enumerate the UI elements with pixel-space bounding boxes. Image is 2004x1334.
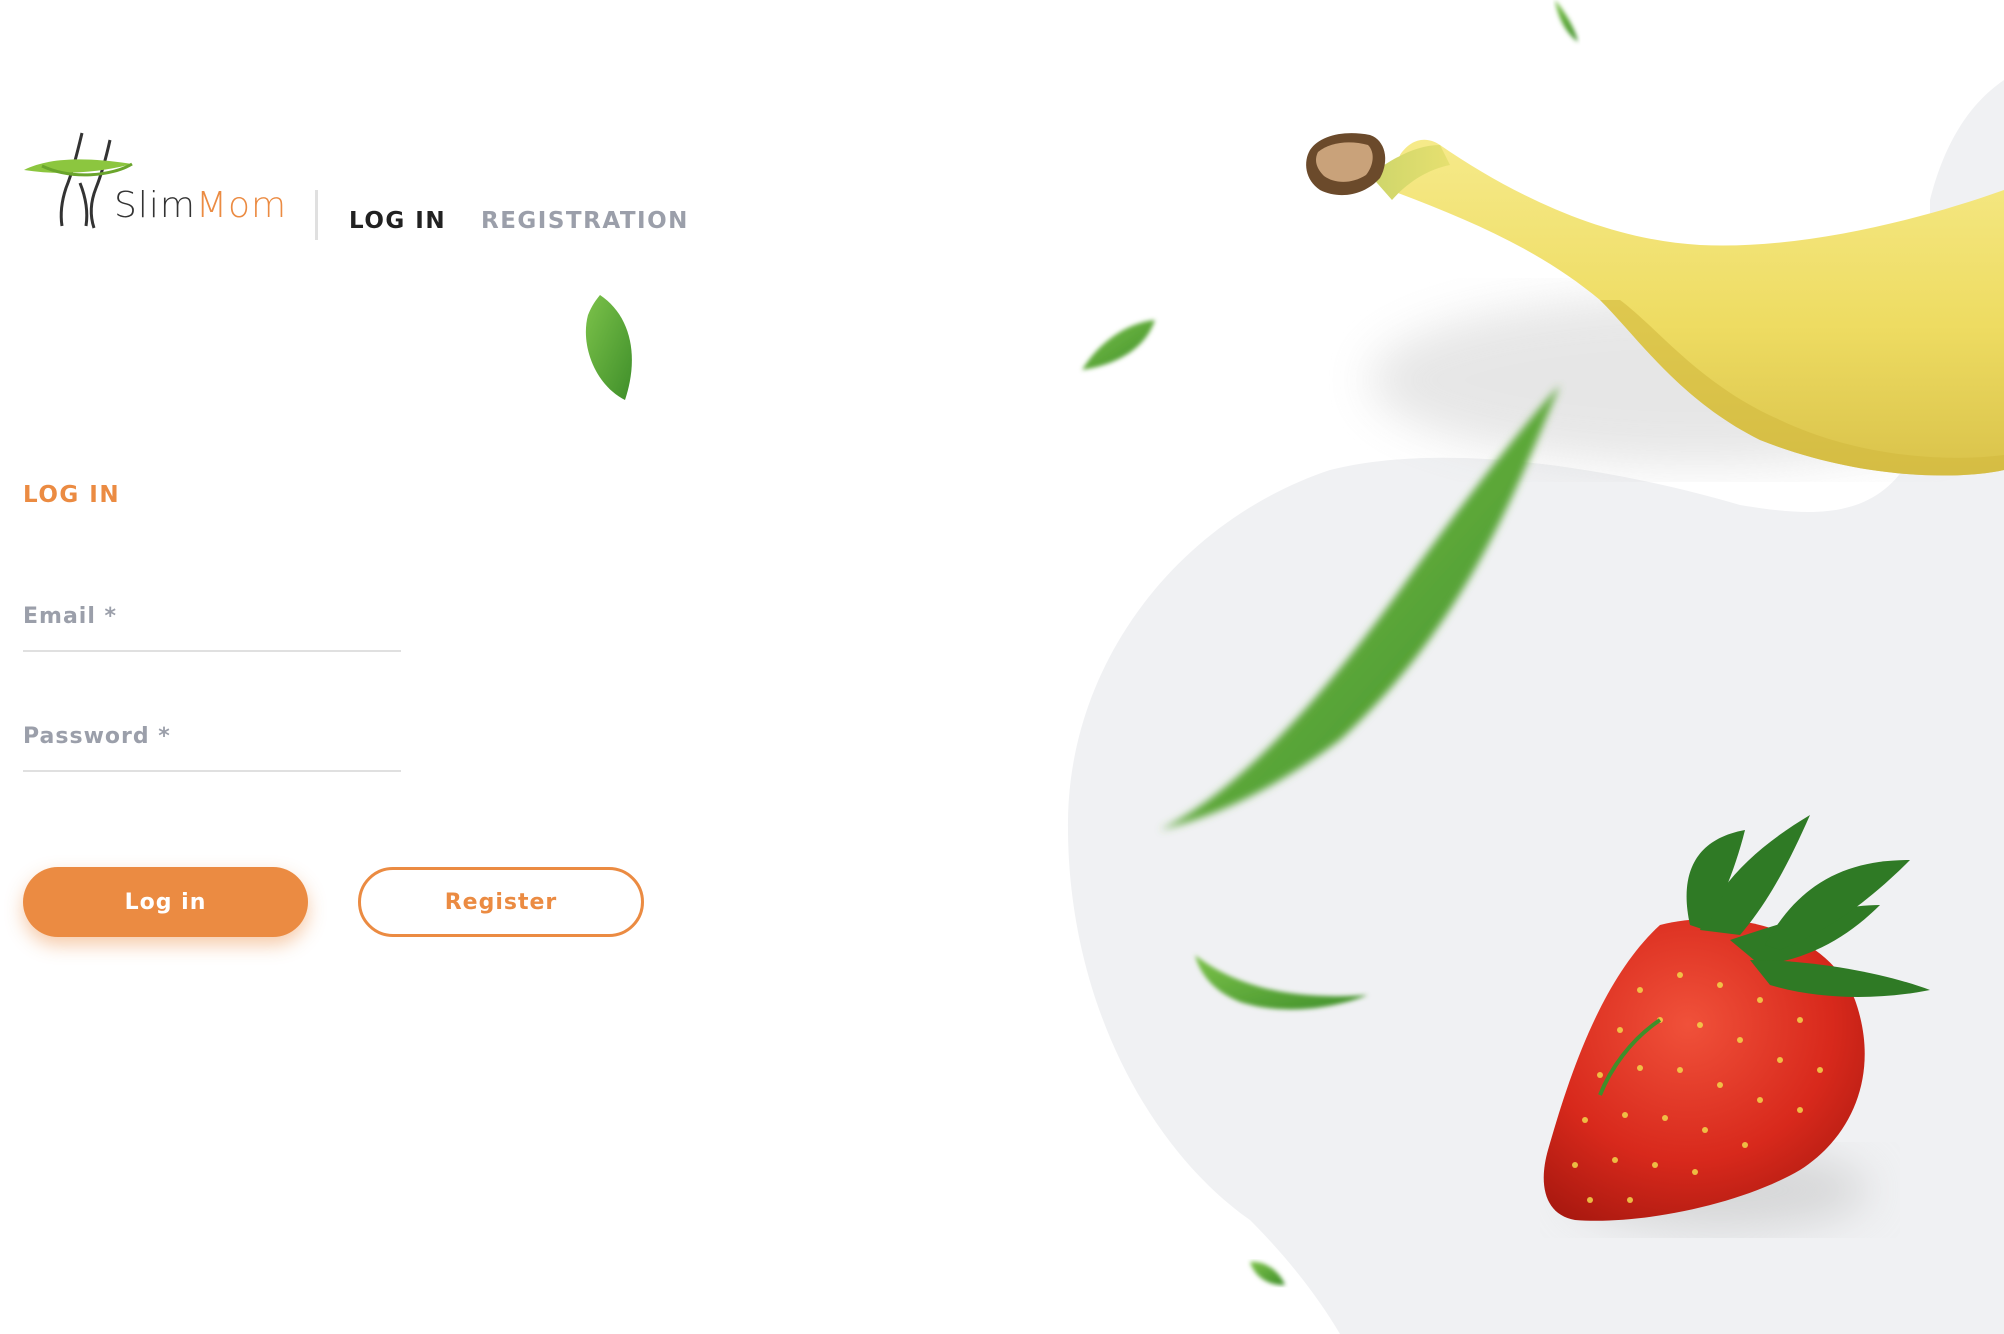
login-page: SlimMom LOG IN REGISTRATION LOG IN Log i… — [0, 0, 2004, 1334]
email-field — [23, 580, 401, 652]
logo[interactable]: SlimMom — [22, 128, 292, 244]
nav-login-link[interactable]: LOG IN — [349, 208, 446, 234]
password-field — [23, 700, 401, 772]
header: SlimMom LOG IN REGISTRATION — [22, 128, 687, 244]
register-button[interactable]: Register — [358, 867, 644, 937]
nav-registration-link[interactable]: REGISTRATION — [481, 208, 689, 234]
password-input[interactable] — [23, 716, 401, 756]
brand-name-part2: Mom — [195, 185, 288, 226]
brand-name-part1: Slim — [114, 185, 196, 226]
email-input[interactable] — [23, 596, 401, 636]
header-divider — [315, 190, 318, 240]
banana-image — [1306, 133, 2004, 476]
form-title: LOG IN — [23, 482, 121, 508]
brand-name: SlimMom — [114, 185, 287, 226]
login-button[interactable]: Log in — [23, 867, 308, 937]
background-art — [585, 0, 2004, 1334]
